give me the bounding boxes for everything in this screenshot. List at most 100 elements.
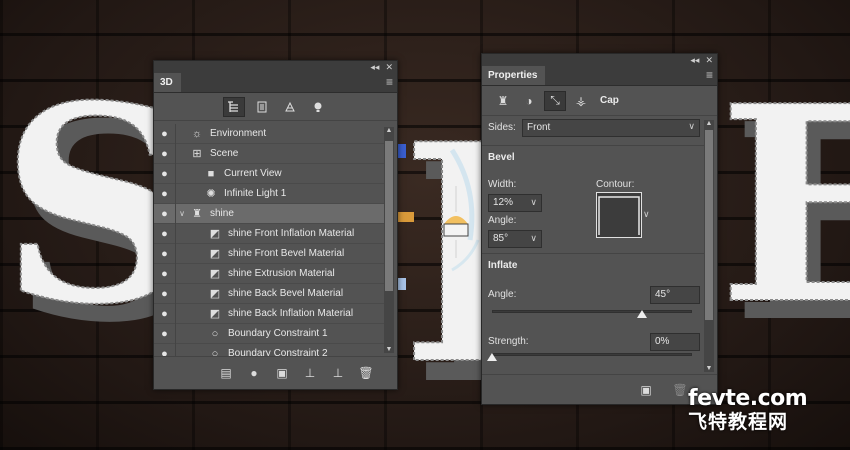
sides-label: Sides: — [488, 122, 516, 133]
contour-chevron-down-icon[interactable]: ∨ — [643, 209, 650, 220]
properties-scrollbar[interactable]: ▲ ▼ — [704, 120, 714, 372]
scroll-up-icon[interactable]: ▲ — [384, 127, 394, 134]
visibility-eye-icon[interactable]: ● — [154, 243, 176, 264]
svg-text:E: E — [718, 46, 850, 364]
list-item[interactable]: ● ✺ Infinite Light 1 — [154, 183, 384, 204]
visibility-eye-icon[interactable]: ● — [154, 263, 176, 284]
list-item[interactable]: ● ◩ shine Back Bevel Material — [154, 283, 384, 304]
close-panel-icon[interactable]: ✕ — [385, 62, 393, 73]
filter-whole-scene-icon[interactable] — [222, 96, 245, 117]
environment-icon: ☼ — [191, 127, 203, 140]
list-item[interactable]: ● ◩ shine Front Inflation Material — [154, 223, 384, 244]
bevel-width-field[interactable]: 12% ∨ — [488, 194, 542, 212]
strength-label: Strength: — [488, 336, 529, 347]
constraint-icon: ○ — [211, 347, 219, 357]
properties-footer: ▣ 🗑 — [482, 374, 717, 404]
new-mesh-icon[interactable]: ▤ — [217, 366, 235, 380]
list-item[interactable]: ● ☼ Environment — [154, 124, 384, 144]
list-item[interactable]: ● ◩ shine Back Inflation Material — [154, 303, 384, 324]
strength-field[interactable]: 0% — [650, 333, 700, 351]
scroll-down-icon[interactable]: ▼ — [384, 346, 394, 353]
panel-3d: ◂◂ ✕ 3D ≡ ● ☼ Environment ● ⊞ Scene ● ■ Cur — [153, 60, 398, 390]
filter-materials-icon[interactable] — [279, 97, 301, 117]
strength-slider-thumb[interactable] — [487, 353, 497, 361]
render-icon[interactable]: ▣ — [273, 366, 291, 380]
list-item[interactable]: ● ■ Current View — [154, 163, 384, 184]
tab-properties[interactable]: Properties — [482, 66, 546, 85]
drop-to-plane-icon[interactable]: ⊥ — [301, 366, 319, 380]
close-panel-icon[interactable]: ✕ — [705, 55, 713, 66]
chevron-down-icon: ∨ — [530, 233, 537, 243]
bevel-width-value: 12% — [493, 197, 514, 208]
list-item[interactable]: ● ◩ shine Extrusion Material — [154, 263, 384, 284]
cap-properties: Sides: Front ∨ Bevel Width: Contour: 12%… — [482, 117, 707, 372]
visibility-eye-icon[interactable]: ● — [154, 163, 176, 184]
cap-tab-icon[interactable]: ⤡ — [544, 90, 566, 111]
scrollbar-thumb[interactable] — [705, 130, 713, 320]
material-icon: ◩ — [209, 308, 221, 320]
contour-label: Contour: — [596, 179, 635, 190]
properties-section-tabs: ♜ ◑ ⤡ ⚶ Cap — [482, 86, 717, 116]
scroll-up-icon[interactable]: ▲ — [704, 120, 714, 127]
material-icon: ◩ — [209, 288, 221, 300]
filter-lights-icon[interactable] — [307, 97, 329, 117]
material-icon: ◩ — [209, 248, 221, 260]
layer-list-scrollbar[interactable]: ▲ ▼ — [384, 127, 394, 353]
visibility-eye-icon[interactable]: ● — [154, 124, 176, 144]
mesh-tab-icon[interactable]: ♜ — [492, 91, 514, 111]
visibility-eye-icon[interactable]: ● — [154, 343, 176, 356]
inflate-angle-slider-thumb[interactable] — [637, 310, 647, 318]
material-icon: ◩ — [209, 268, 221, 280]
canvas-artwork: S S I I E E — [0, 45, 850, 450]
deform-tab-icon[interactable]: ◑ — [518, 91, 540, 111]
chevron-down-icon: ∨ — [688, 121, 695, 131]
list-item[interactable]: ● ◩ shine Front Bevel Material — [154, 243, 384, 264]
visibility-eye-icon[interactable]: ● — [154, 183, 176, 204]
tab-3d[interactable]: 3D — [154, 73, 181, 92]
inflate-angle-value: 45° — [655, 289, 671, 300]
collapse-panel-icon[interactable]: ◂◂ — [370, 62, 379, 73]
contour-preview[interactable] — [596, 192, 642, 238]
visibility-eye-icon[interactable]: ● — [154, 223, 176, 244]
scrollbar-thumb[interactable] — [385, 141, 393, 291]
sides-dropdown[interactable]: Front ∨ — [522, 119, 700, 137]
drop-add-icon[interactable]: ⊥ — [329, 366, 347, 380]
inflate-angle-slider[interactable] — [492, 310, 692, 313]
visibility-eye-icon[interactable]: ● — [154, 303, 176, 324]
angle-label: Angle: — [488, 215, 517, 226]
bevel-section-head: Bevel — [482, 145, 707, 169]
collapse-panel-icon[interactable]: ◂◂ — [690, 55, 699, 66]
panel-properties: ◂◂ ✕ Properties ≡ ♜ ◑ ⤡ ⚶ Cap Sides: Fro… — [481, 53, 718, 405]
material-icon: ◩ — [209, 228, 221, 240]
panel-3d-titlebar: ◂◂ ✕ — [154, 61, 397, 73]
add-light-icon[interactable]: ● — [245, 366, 263, 380]
inflate-angle-field[interactable]: 45° — [650, 286, 700, 304]
light-icon: ✺ — [206, 188, 216, 200]
cap-tab-label: Cap — [600, 95, 619, 106]
panel-3d-tabbar: 3D ≡ — [154, 73, 397, 93]
filter-meshes-icon[interactable] — [251, 97, 273, 117]
visibility-eye-icon[interactable]: ● — [154, 283, 176, 304]
strength-value: 0% — [655, 336, 670, 347]
scroll-down-icon[interactable]: ▼ — [704, 365, 714, 372]
trash-icon: 🗑 — [672, 382, 688, 397]
visibility-eye-icon[interactable]: ● — [154, 323, 176, 344]
trash-icon[interactable]: 🗑 — [357, 366, 375, 380]
visibility-eye-icon[interactable]: ● — [154, 143, 176, 164]
list-item[interactable]: ● ⊞ Scene — [154, 143, 384, 164]
bevel-angle-field[interactable]: 85° ∨ — [488, 230, 542, 248]
panel-menu-icon[interactable]: ≡ — [386, 75, 393, 89]
coordinates-tab-icon[interactable]: ⚶ — [570, 91, 592, 111]
inflate-section-head: Inflate — [482, 253, 707, 277]
expand-chevron-icon[interactable]: ∨ — [176, 209, 188, 218]
sides-value: Front — [527, 122, 551, 133]
render-icon[interactable]: ▣ — [637, 383, 655, 397]
visibility-eye-icon[interactable]: ● — [154, 203, 176, 224]
list-item[interactable]: ● ○ Boundary Constraint 1 — [154, 323, 384, 344]
list-item[interactable]: ● ○ Boundary Constraint 2 — [154, 343, 384, 357]
panel-menu-icon[interactable]: ≡ — [706, 68, 713, 82]
panel-3d-footer: ▤ ● ▣ ⊥ ⊥ 🗑 — [154, 356, 397, 389]
list-item[interactable]: ● ∨ ♜ shine — [154, 203, 384, 224]
strength-slider[interactable] — [492, 353, 692, 356]
scene-icon: ⊞ — [192, 148, 202, 160]
